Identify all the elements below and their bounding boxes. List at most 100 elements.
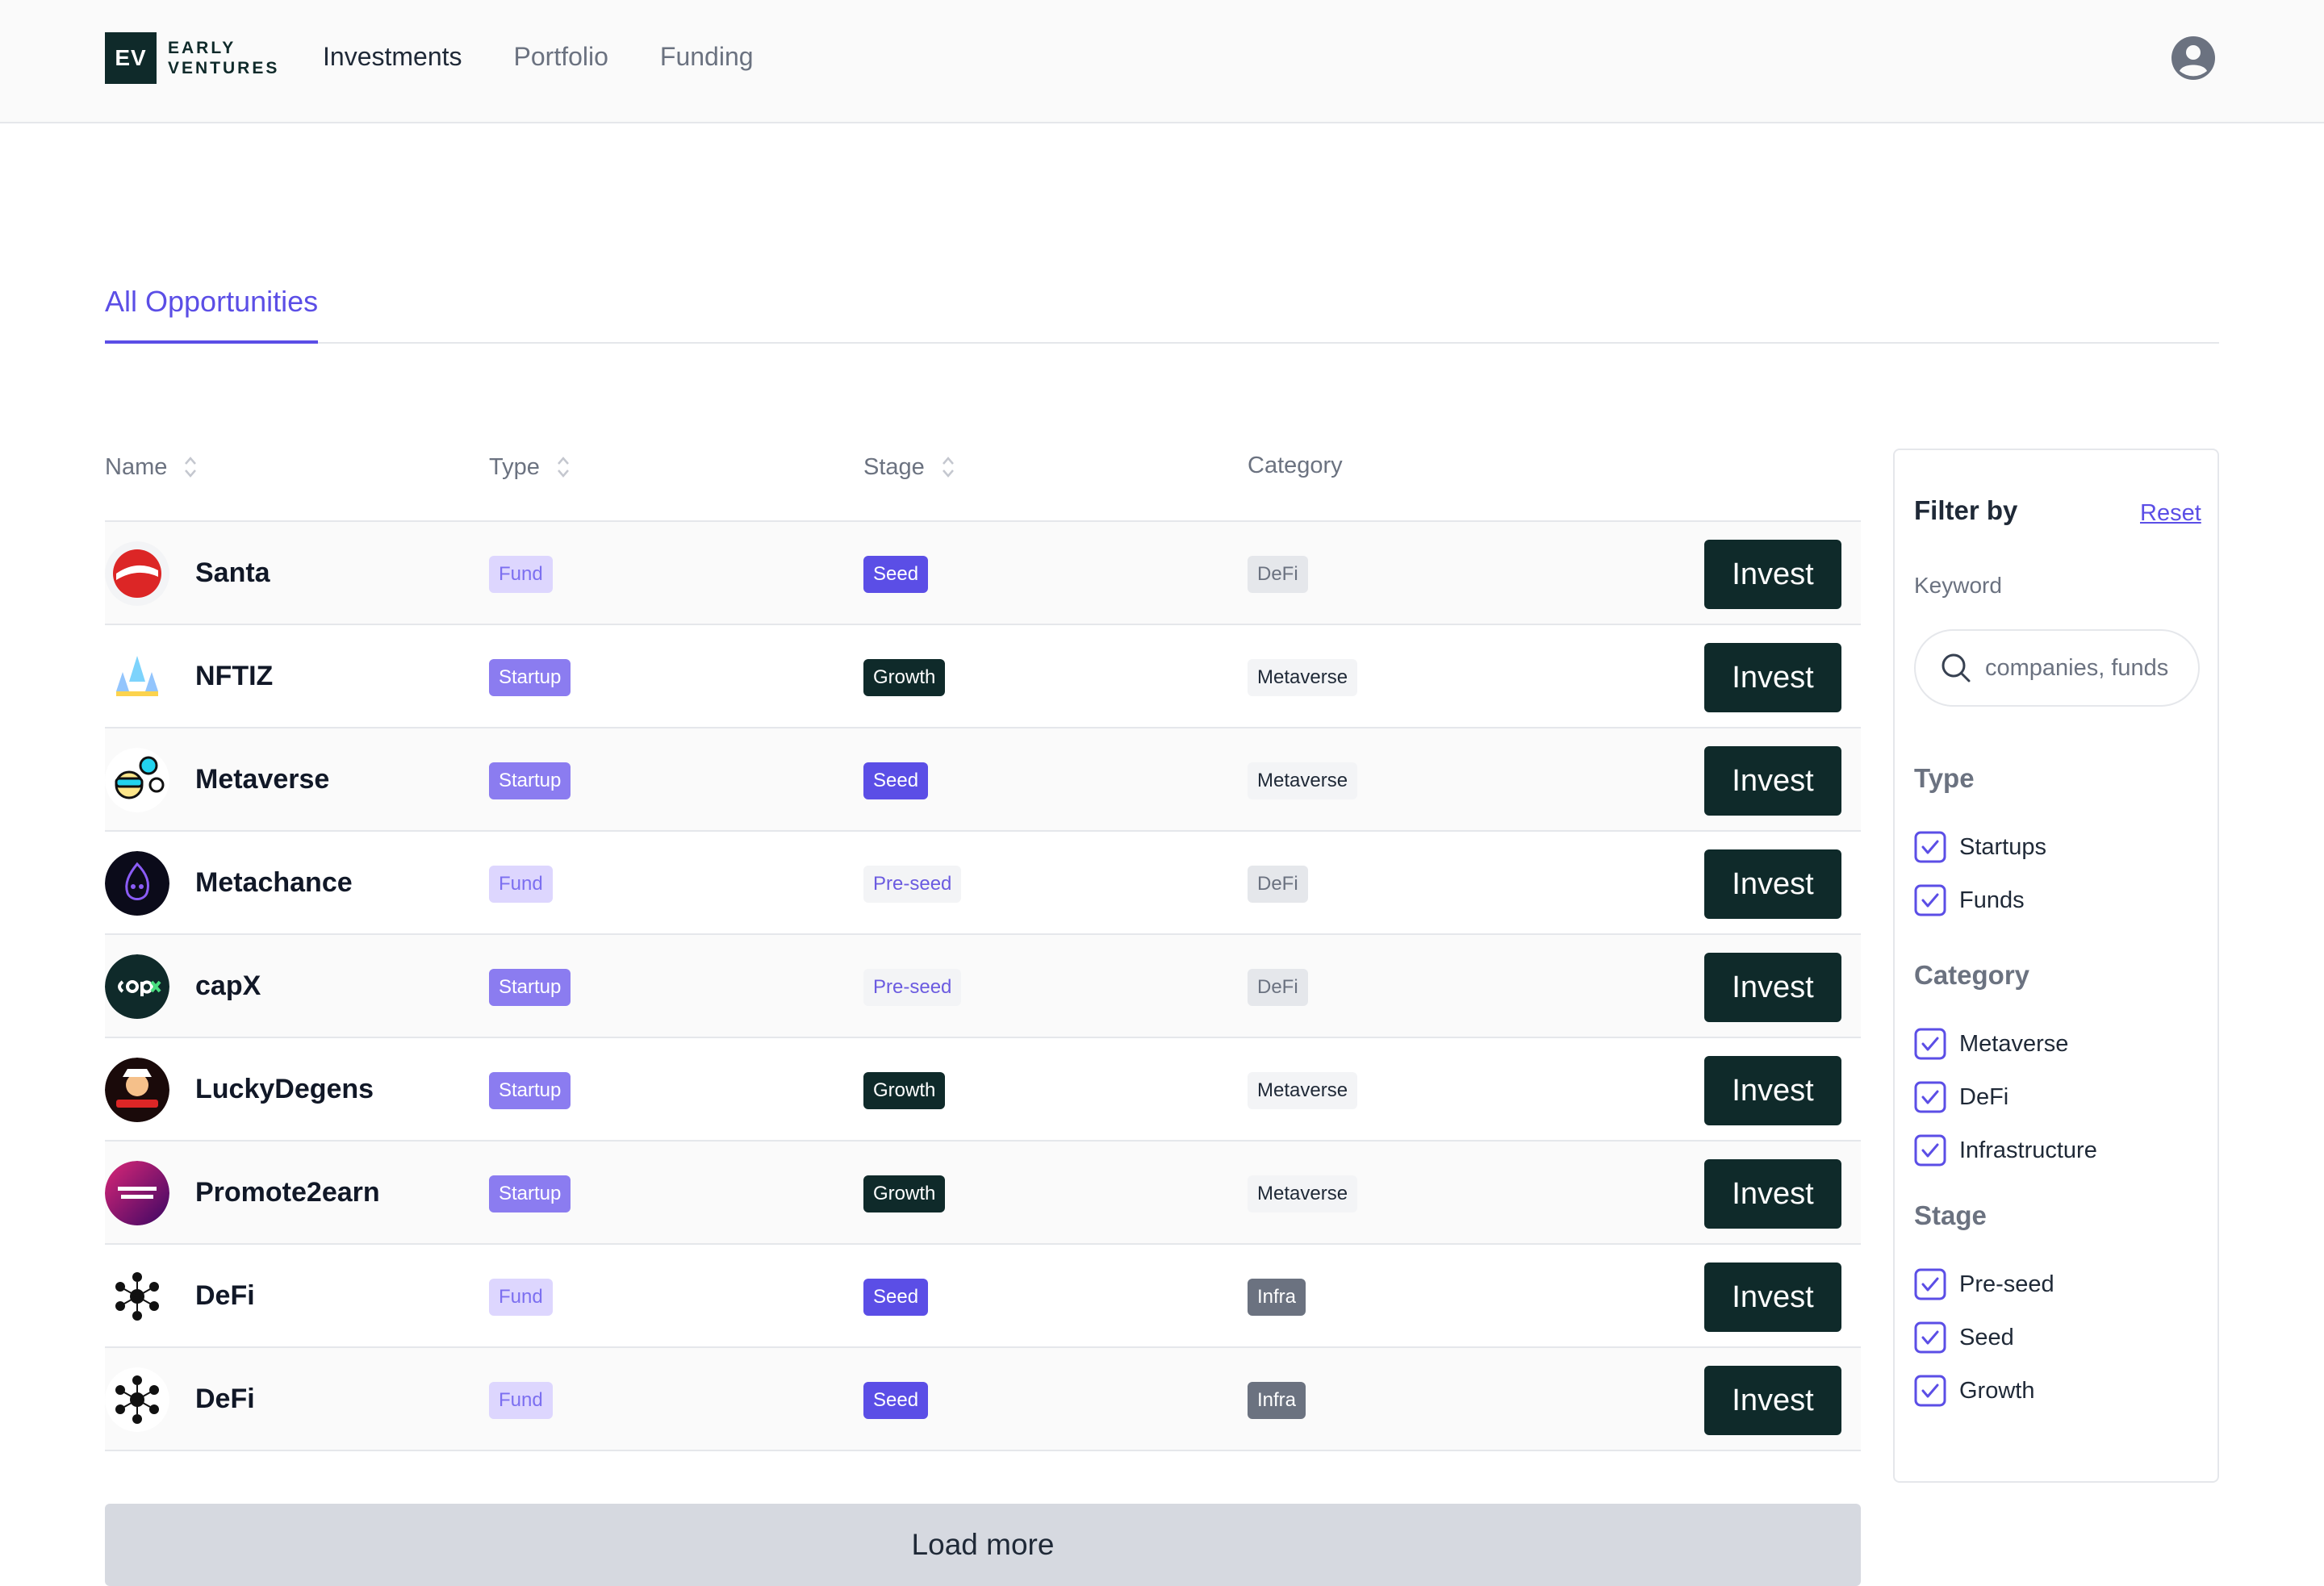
table-body: Santa Fund Seed DeFi Invest NFTIZ Startu… — [105, 522, 1861, 1451]
table-row: NFTIZ Startup Growth Metaverse Invest — [105, 625, 1861, 728]
column-stage[interactable]: Stage — [863, 453, 955, 482]
invest-button[interactable]: Invest — [1704, 1159, 1841, 1229]
invest-button[interactable]: Invest — [1704, 1263, 1841, 1332]
checkbox-checked-icon[interactable] — [1914, 1375, 1946, 1407]
nav-portfolio[interactable]: Portfolio — [514, 42, 608, 72]
table-row: Metaverse Startup Seed Metaverse Invest — [105, 728, 1861, 832]
brand-logo[interactable]: EV EARLY VENTURES — [105, 32, 279, 84]
section-category-title: Category — [1914, 960, 2030, 990]
invest-button[interactable]: Invest — [1704, 540, 1841, 609]
nav-investments[interactable]: Investments — [323, 42, 462, 72]
column-category: Category — [1248, 453, 1343, 479]
stage-badge: Growth — [863, 1072, 946, 1109]
filter-panel: Filter by Reset Keyword Type Startups Fu… — [1893, 449, 2219, 1483]
invest-button[interactable]: Invest — [1704, 849, 1841, 919]
checkbox-label: DeFi — [1959, 1083, 2009, 1110]
logo-mark: EV — [105, 32, 157, 84]
type-badge: Startup — [489, 762, 571, 799]
search-icon — [1942, 653, 1971, 682]
checkbox-defi[interactable]: DeFi — [1914, 1081, 2008, 1113]
santa-logo-icon — [105, 541, 169, 606]
checkbox-label: Funds — [1959, 887, 2025, 913]
keyword-search[interactable] — [1914, 629, 2200, 707]
checkbox-growth[interactable]: Growth — [1914, 1375, 2034, 1407]
checkbox-label: Growth — [1959, 1377, 2035, 1404]
keyword-label: Keyword — [1914, 573, 2002, 598]
type-badge: Startup — [489, 1175, 571, 1212]
type-badge: Fund — [489, 1382, 553, 1419]
invest-button[interactable]: Invest — [1704, 1056, 1841, 1125]
stage-badge: Seed — [863, 556, 929, 593]
checkbox-checked-icon[interactable] — [1914, 1134, 1946, 1167]
search-input[interactable] — [1985, 654, 2195, 682]
opportunities-table: Name Type Stage Category Santa Fund Seed… — [105, 440, 1861, 1451]
table-row: capX Startup Pre-seed DeFi Invest — [105, 935, 1861, 1038]
checkbox-preseed[interactable]: Pre-seed — [1914, 1268, 2054, 1300]
category-badge: DeFi — [1248, 969, 1308, 1006]
checkbox-seed[interactable]: Seed — [1914, 1321, 2014, 1354]
invest-button[interactable]: Invest — [1704, 746, 1841, 816]
type-badge: Startup — [489, 659, 571, 696]
column-category-label: Category — [1248, 453, 1343, 478]
table-row: Santa Fund Seed DeFi Invest — [105, 522, 1861, 625]
invest-button[interactable]: Invest — [1704, 1366, 1841, 1435]
top-navbar: EV EARLY VENTURES Investments Portfolio … — [0, 0, 2324, 123]
row-name[interactable]: NFTIZ — [195, 661, 273, 692]
category-badge: Metaverse — [1248, 1072, 1358, 1109]
sort-icon[interactable] — [556, 453, 571, 482]
checkbox-checked-icon[interactable] — [1914, 1321, 1946, 1354]
defi-logo-icon — [105, 1367, 169, 1432]
load-more-button[interactable]: Load more — [105, 1504, 1861, 1586]
row-name[interactable]: Promote2earn — [195, 1177, 380, 1208]
checkbox-metaverse[interactable]: Metaverse — [1914, 1028, 2068, 1060]
user-avatar-icon[interactable] — [2171, 35, 2216, 81]
sort-icon[interactable] — [183, 453, 198, 482]
checkbox-label: Startups — [1959, 833, 2046, 860]
stage-badge: Seed — [863, 1382, 929, 1419]
checkbox-checked-icon[interactable] — [1914, 1028, 1946, 1060]
column-name[interactable]: Name — [105, 453, 198, 482]
invest-button[interactable]: Invest — [1704, 643, 1841, 712]
row-name[interactable]: LuckyDegens — [195, 1074, 374, 1105]
type-badge: Startup — [489, 1072, 571, 1109]
stage-badge: Pre-seed — [863, 866, 962, 903]
section-type-title: Type — [1914, 763, 1975, 793]
column-type[interactable]: Type — [489, 453, 571, 482]
type-badge: Fund — [489, 556, 553, 593]
column-type-label: Type — [489, 453, 540, 480]
table-row: DeFi Fund Seed Infra Invest — [105, 1348, 1861, 1451]
main-nav: Investments Portfolio Funding — [323, 42, 754, 72]
checkbox-label: Metaverse — [1959, 1030, 2069, 1057]
reset-link[interactable]: Reset — [2140, 500, 2201, 527]
table-row: LuckyDegens Startup Growth Metaverse Inv… — [105, 1038, 1861, 1142]
row-name[interactable]: Metaverse — [195, 764, 329, 795]
row-name[interactable]: DeFi — [195, 1280, 255, 1312]
metaverse-logo-icon — [105, 748, 169, 812]
tab-all-opportunities[interactable]: All Opportunities — [105, 281, 319, 344]
stage-badge: Growth — [863, 659, 946, 696]
table-header: Name Type Stage Category — [105, 440, 1861, 522]
nav-funding[interactable]: Funding — [660, 42, 754, 72]
checkbox-checked-icon[interactable] — [1914, 831, 1946, 863]
section-stage-title: Stage — [1914, 1200, 1987, 1230]
metachance-logo-icon — [105, 851, 169, 916]
promote2earn-logo-icon — [105, 1161, 169, 1225]
defi-logo-icon — [105, 1264, 169, 1329]
checkbox-infrastructure[interactable]: Infrastructure — [1914, 1134, 2097, 1167]
row-name[interactable]: Santa — [195, 557, 270, 589]
checkbox-checked-icon[interactable] — [1914, 884, 1946, 916]
category-badge: Metaverse — [1248, 659, 1358, 696]
stage-badge: Seed — [863, 762, 929, 799]
filter-title: Filter by — [1914, 495, 2018, 525]
checkbox-startups[interactable]: Startups — [1914, 831, 2046, 863]
checkbox-checked-icon[interactable] — [1914, 1081, 1946, 1113]
checkbox-checked-icon[interactable] — [1914, 1268, 1946, 1300]
checkbox-funds[interactable]: Funds — [1914, 884, 2025, 916]
row-name[interactable]: DeFi — [195, 1384, 255, 1415]
sort-icon[interactable] — [941, 453, 955, 482]
row-name[interactable]: Metachance — [195, 867, 353, 899]
invest-button[interactable]: Invest — [1704, 953, 1841, 1022]
row-name[interactable]: capX — [195, 970, 261, 1002]
category-badge: Metaverse — [1248, 762, 1358, 799]
category-badge: Infra — [1248, 1279, 1306, 1316]
